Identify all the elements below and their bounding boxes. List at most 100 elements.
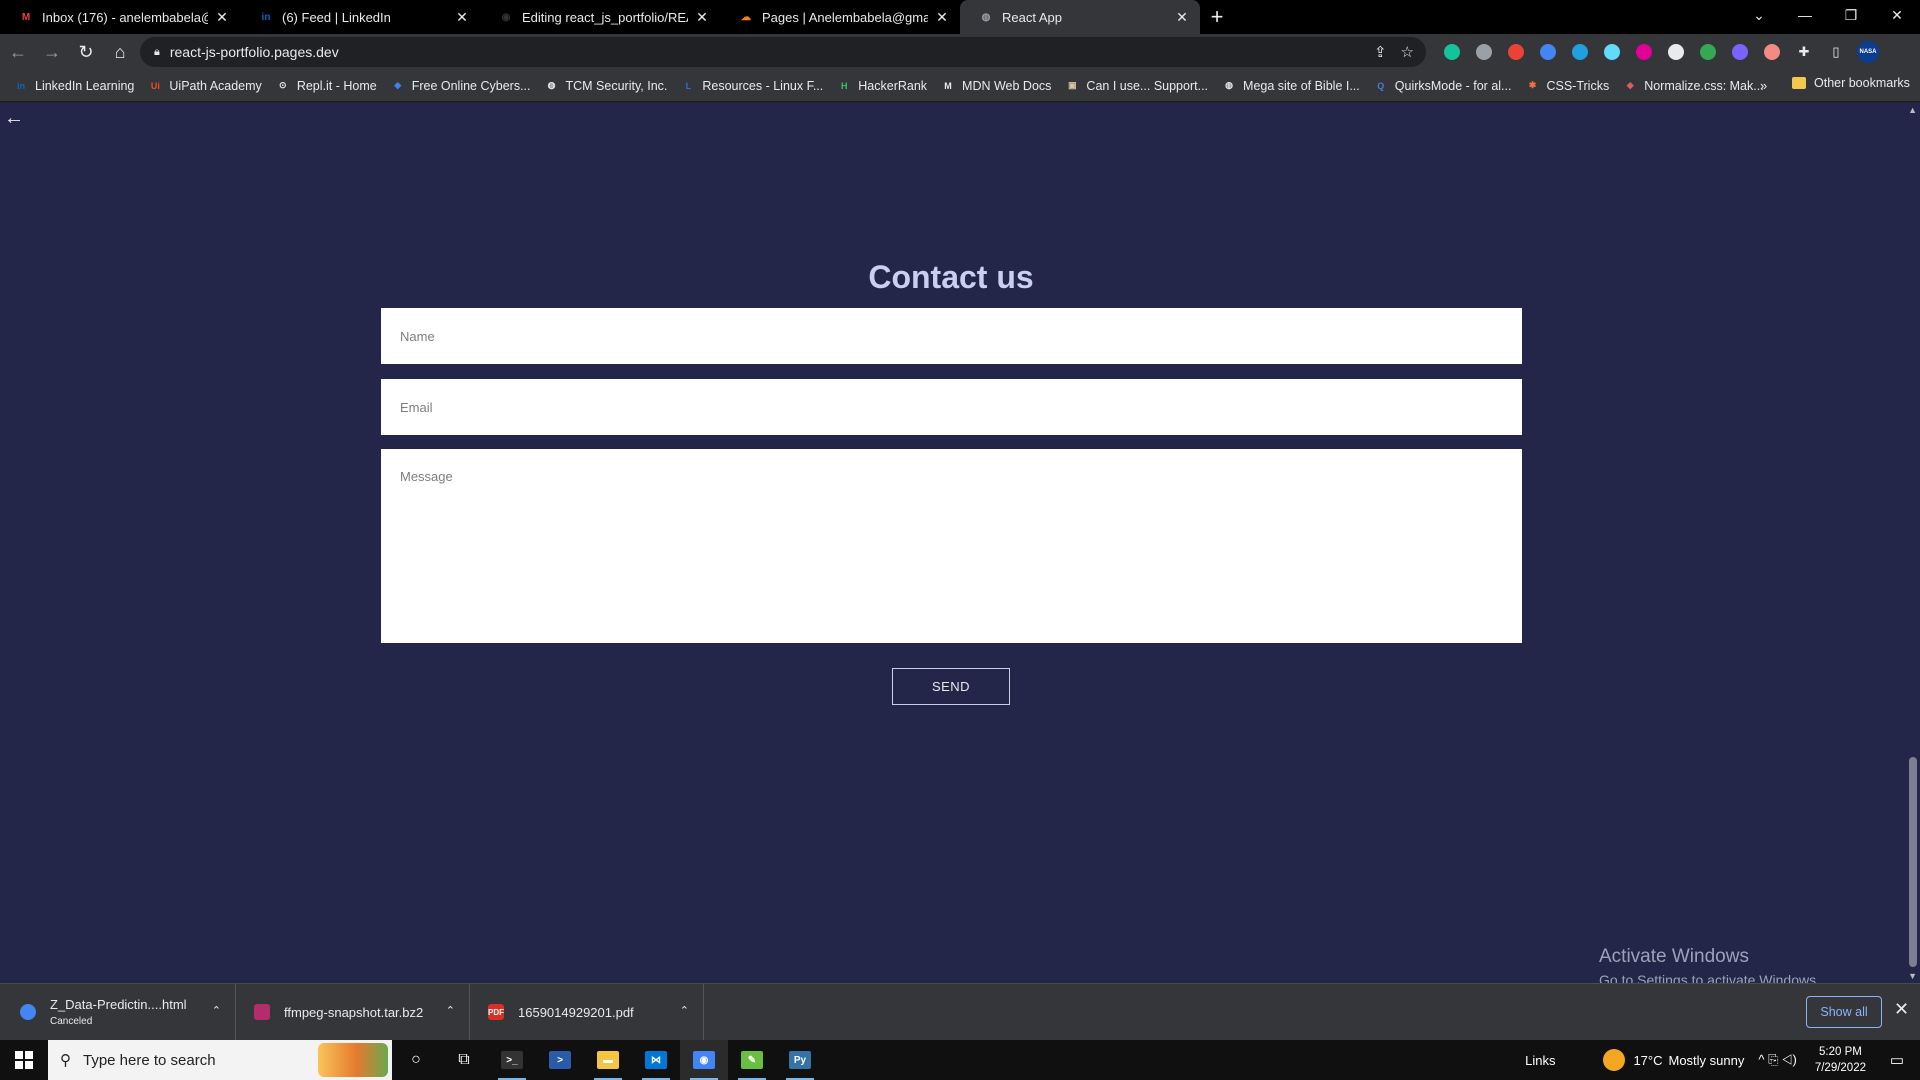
terminal-icon[interactable]: >_: [488, 1040, 536, 1080]
bookmark-item[interactable]: ◍ TCM Security, Inc.: [545, 79, 668, 93]
send-button[interactable]: SEND: [892, 668, 1010, 705]
tab-2[interactable]: in (6) Feed | LinkedIn ✕: [240, 0, 480, 34]
notepad-plus-icon[interactable]: ✎: [728, 1040, 776, 1080]
clock[interactable]: 5:20 PM 7/29/2022: [1815, 1044, 1866, 1076]
bookmark-item[interactable]: ◆ Normalize.css: Mak...: [1623, 79, 1764, 93]
hackerrank-icon: H: [841, 80, 848, 91]
back-arrow-icon[interactable]: ←: [4, 107, 24, 130]
address-bar[interactable]: 🔒︎ react-js-portfolio.pages.dev ⇪ ☆: [140, 37, 1426, 67]
notification-center-icon[interactable]: ▭: [1882, 1051, 1912, 1069]
red-circle-extension-icon[interactable]: [1760, 40, 1784, 64]
bookmark-item[interactable]: ⊙ Repl.it - Home: [276, 79, 377, 93]
chevron-up-icon[interactable]: ⌃: [680, 1004, 689, 1017]
url-text[interactable]: react-js-portfolio.pages.dev: [170, 44, 339, 60]
weather-condition[interactable]: Mostly sunny: [1669, 1053, 1745, 1068]
linux-foundation-icon: L: [685, 80, 692, 91]
chrome-file-icon: [20, 1004, 36, 1020]
bookmark-star-icon[interactable]: ☆: [1401, 43, 1414, 61]
back-button[interactable]: ←: [2, 36, 34, 68]
close-icon[interactable]: ✕: [1894, 999, 1909, 1020]
links-toolbar[interactable]: Links: [1525, 1053, 1555, 1068]
download-item[interactable]: ffmpeg-snapshot.tar.bz2 ⌃: [236, 983, 470, 1041]
download-item[interactable]: PDF 1659014929201.pdf ⌃: [470, 983, 704, 1041]
uipath-icon: Ui: [150, 80, 160, 91]
restore-button[interactable]: ❐: [1828, 0, 1874, 30]
bookmark-item[interactable]: H HackerRank: [837, 79, 927, 93]
bookmark-label: MDN Web Docs: [962, 78, 1052, 93]
start-button[interactable]: [0, 1040, 48, 1080]
puzzle-extensions-icon[interactable]: ✚: [1792, 40, 1816, 64]
download-item[interactable]: Z_Data-Predictin....html Canceled ⌃: [0, 983, 236, 1041]
grammarly-extension-icon[interactable]: [1440, 40, 1464, 64]
side-panel-icon[interactable]: ▯: [1824, 40, 1848, 64]
bookmark-item[interactable]: ◆ Free Online Cybers...: [391, 79, 530, 93]
email-input[interactable]: [381, 379, 1522, 435]
new-tab-button[interactable]: +: [1200, 0, 1234, 34]
settings-extension-icon[interactable]: [1728, 40, 1752, 64]
home-button[interactable]: ⌂: [104, 36, 136, 68]
close-tab-icon[interactable]: ✕: [214, 9, 230, 26]
minimize-button[interactable]: —: [1782, 0, 1828, 30]
edge-extension-icon[interactable]: [1568, 40, 1592, 64]
bookmark-item[interactable]: ✱ CSS-Tricks: [1525, 79, 1610, 93]
scroll-up-arrow-icon[interactable]: ▲: [1908, 105, 1917, 115]
share-icon[interactable]: ⇪: [1374, 43, 1387, 61]
weather-temperature[interactable]: 17°C: [1633, 1053, 1662, 1068]
python-icon[interactable]: Py: [776, 1040, 824, 1080]
bookmark-item[interactable]: Ui UiPath Academy: [148, 79, 262, 93]
dark-reader-extension-icon[interactable]: [1664, 40, 1688, 64]
chrome-icon[interactable]: ◉: [680, 1040, 728, 1080]
tray-icons[interactable]: ^ ⎘ ◁): [1758, 1052, 1796, 1068]
vue-devtools-extension-icon[interactable]: [1472, 40, 1496, 64]
bookmark-item[interactable]: L Resources - Linux F...: [681, 79, 824, 93]
color-picker-extension-icon[interactable]: [1536, 40, 1560, 64]
close-tab-icon[interactable]: ✕: [694, 9, 710, 26]
message-textarea[interactable]: [381, 449, 1522, 643]
powershell-icon[interactable]: >: [536, 1040, 584, 1080]
close-tab-icon[interactable]: ✕: [454, 9, 470, 26]
tab-1[interactable]: M Inbox (176) - anelembabela@gm ✕: [0, 0, 240, 34]
graphql-extension-icon[interactable]: [1632, 40, 1656, 64]
weather-sun-cloud-icon[interactable]: [1603, 1049, 1626, 1071]
activate-windows-title: Activate Windows: [1599, 946, 1749, 967]
scroll-down-arrow-icon[interactable]: ▼: [1908, 971, 1917, 981]
activate-windows-watermark: Activate Windows Go to Settings to activ…: [1599, 946, 1820, 988]
tab-search-button[interactable]: ⌄: [1736, 0, 1782, 30]
name-input[interactable]: [381, 308, 1522, 364]
task-view-icon[interactable]: ⧉: [440, 1040, 488, 1080]
download-filename: ffmpeg-snapshot.tar.bz2: [284, 1004, 424, 1020]
tab-5[interactable]: ◍ React App ✕: [960, 0, 1200, 34]
bookmark-item[interactable]: ◍ Mega site of Bible I...: [1222, 79, 1360, 93]
show-all-downloads-button[interactable]: Show all: [1806, 996, 1882, 1028]
close-window-button[interactable]: ✕: [1874, 0, 1920, 30]
react-devtools-extension-icon[interactable]: [1600, 40, 1624, 64]
browser-toolbar: ← → ↻ ⌂ 🔒︎ react-js-portfolio.pages.dev …: [0, 34, 1920, 70]
tab-list: M Inbox (176) - anelembabela@gm ✕ in (6) Fee…: [0, 0, 1200, 34]
bookmark-item[interactable]: Q QuirksMode - for al...: [1374, 79, 1511, 93]
vscode-icon[interactable]: ⋈: [632, 1040, 680, 1080]
lock-icon[interactable]: 🔒︎: [154, 46, 160, 59]
taskbar-search-box[interactable]: ⚲ Type here to search: [48, 1040, 392, 1080]
page-scrollbar[interactable]: ▲ ▼: [1906, 103, 1920, 983]
extension-badge-icon[interactable]: [1504, 40, 1528, 64]
tab-title: React App: [1002, 9, 1062, 25]
forward-button[interactable]: →: [36, 36, 68, 68]
chevron-up-icon[interactable]: ⌃: [446, 1004, 455, 1017]
profile-avatar[interactable]: NASA: [1856, 40, 1880, 64]
cortana-icon[interactable]: ○: [392, 1040, 440, 1080]
cloudflare-icon: ☁: [741, 11, 751, 23]
file-explorer-icon[interactable]: ▬: [584, 1040, 632, 1080]
close-tab-icon[interactable]: ✕: [1174, 9, 1190, 26]
more-bookmarks-chevron-icon[interactable]: »: [1760, 78, 1767, 93]
other-bookmarks-folder[interactable]: Other bookmarks: [1792, 76, 1910, 90]
bookmark-item[interactable]: in LinkedIn Learning: [14, 79, 134, 93]
tab-4[interactable]: ☁ Pages | Anelembabela@gmail.co ✕: [720, 0, 960, 34]
green-dot-extension-icon[interactable]: [1696, 40, 1720, 64]
tab-3[interactable]: ◉ Editing react_js_portfolio/READM ✕: [480, 0, 720, 34]
scrollbar-thumb[interactable]: [1909, 757, 1917, 967]
close-tab-icon[interactable]: ✕: [934, 9, 950, 26]
chevron-up-icon[interactable]: ⌃: [212, 1004, 221, 1017]
reload-button[interactable]: ↻: [70, 36, 102, 68]
bookmark-item[interactable]: M MDN Web Docs: [941, 79, 1051, 93]
bookmark-item[interactable]: ▣ Can I use... Support...: [1065, 79, 1208, 93]
